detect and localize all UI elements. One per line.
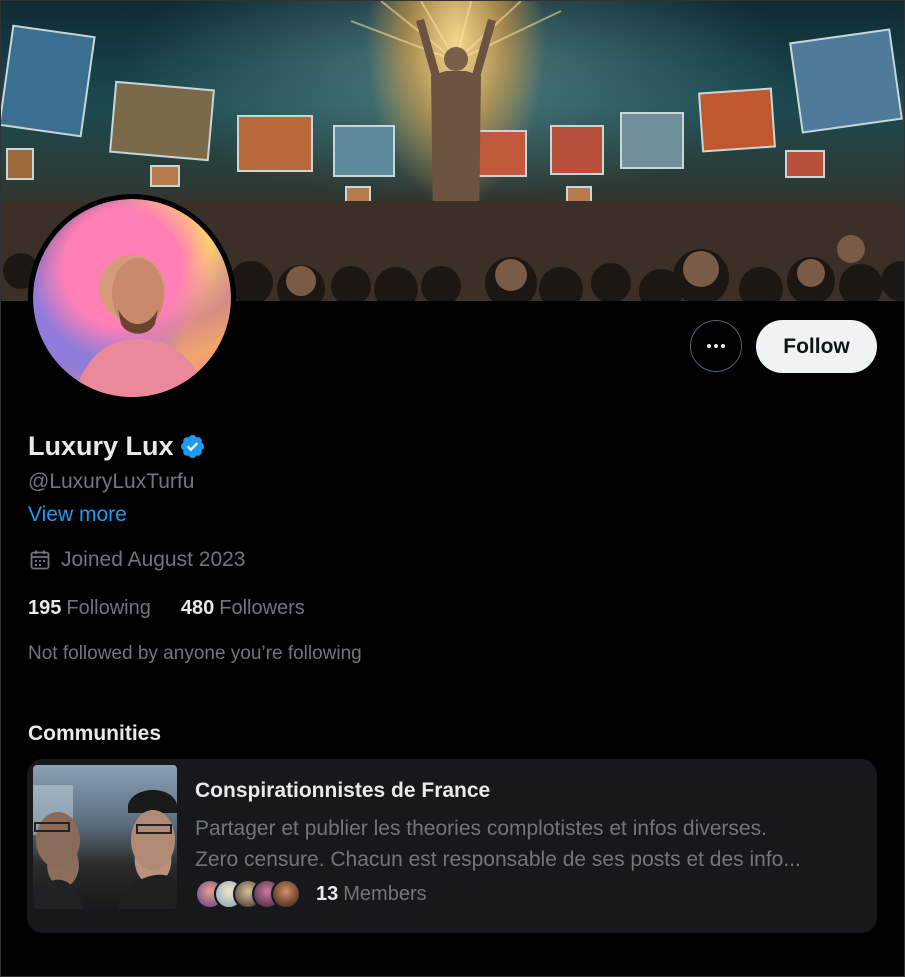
more-options-button[interactable] bbox=[690, 320, 742, 372]
verified-badge-icon[interactable] bbox=[179, 433, 206, 460]
member-count: 13 Members bbox=[316, 883, 427, 906]
display-name-text: Luxury Lux bbox=[28, 431, 174, 461]
follow-button[interactable]: Follow bbox=[756, 320, 877, 373]
community-members: 13 Members bbox=[195, 879, 427, 909]
calendar-icon bbox=[30, 550, 50, 570]
avatar-image bbox=[33, 199, 231, 397]
member-count-number: 13 bbox=[316, 882, 339, 905]
display-name: Luxury Lux bbox=[28, 431, 206, 462]
community-name: Conspirationnistes de France bbox=[195, 779, 491, 802]
community-description-line: Partager et publier les theories complot… bbox=[195, 817, 767, 840]
communities-heading: Communities bbox=[28, 722, 162, 745]
more-horizontal-icon bbox=[707, 344, 725, 348]
joined-text: Joined August 2023 bbox=[61, 548, 246, 571]
community-card[interactable]: Conspirationnistes de France Partager et… bbox=[27, 759, 877, 933]
community-thumbnail bbox=[33, 765, 177, 909]
followers-link[interactable]: 480 Followers bbox=[181, 597, 305, 620]
member-avatars bbox=[195, 879, 301, 909]
profile-avatar[interactable] bbox=[28, 194, 236, 402]
followers-label: Followers bbox=[219, 597, 305, 619]
followers-count: 480 bbox=[180, 597, 215, 619]
mutual-followers-note: Not followed by anyone you’re following bbox=[28, 643, 362, 664]
following-count: 195 bbox=[28, 597, 62, 619]
joined-date: Joined August 2023 bbox=[28, 548, 246, 572]
view-more-link[interactable]: View more bbox=[28, 503, 127, 527]
member-avatar bbox=[271, 879, 301, 909]
following-label: Following bbox=[66, 597, 151, 619]
member-count-label: Members bbox=[343, 882, 427, 905]
following-link[interactable]: 195 Following bbox=[28, 597, 151, 620]
community-description: Partager et publier les theories complot… bbox=[195, 813, 855, 875]
profile-page: Follow Luxury Lux @LuxuryLuxTurfu View m… bbox=[0, 0, 905, 977]
community-description-line: Zero censure. Chacun est responsable de … bbox=[195, 848, 801, 871]
profile-handle: @LuxuryLuxTurfu bbox=[28, 470, 195, 493]
follow-stats: 195 Following 480 Followers bbox=[28, 597, 305, 620]
